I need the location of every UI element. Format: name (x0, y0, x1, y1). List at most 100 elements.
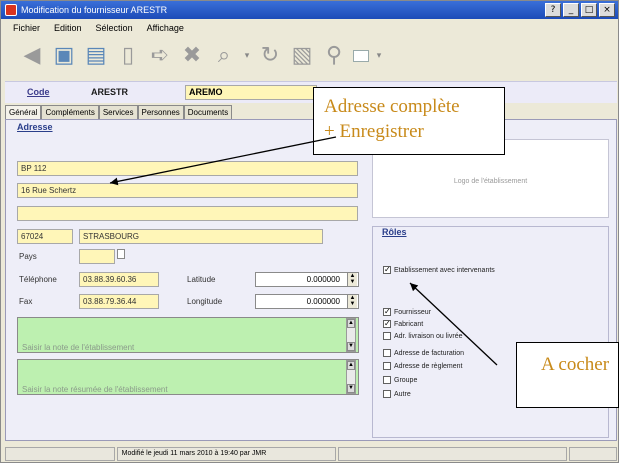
menu-bar: Fichier Edition Sélection Affichage (1, 20, 618, 36)
status-bar: Modifié le jeudi 11 mars 2010 à 19:40 pa… (5, 447, 617, 461)
code-bar: Code ARESTR AREMO (5, 81, 617, 103)
telephone-label: Téléphone (19, 275, 57, 284)
note-scrollbar[interactable]: ▲ ▼ (346, 318, 356, 352)
code-value: ARESTR (91, 87, 129, 97)
role-checkbox[interactable]: Adresse de facturation (383, 349, 464, 357)
role-label: Adr. livraison ou livrée (394, 332, 463, 340)
role-checkbox[interactable]: Groupe (383, 376, 417, 384)
print-icon[interactable]: ▤ (83, 43, 109, 69)
view-select-icon[interactable] (353, 50, 369, 62)
role-label: Autre (394, 390, 411, 398)
address-line2-field[interactable]: 16 Rue Schertz (17, 183, 358, 198)
search-dropdown-icon[interactable]: ▾ (243, 51, 251, 61)
role-checkbox[interactable]: ✓ Fabricant (383, 320, 423, 328)
checkbox-icon[interactable] (383, 390, 391, 398)
pays-label: Pays (19, 252, 37, 261)
title-bar: Modification du fournisseur ARESTR ? _ □… (1, 1, 618, 19)
role-label: Groupe (394, 376, 418, 384)
menu-edition[interactable]: Edition (54, 20, 82, 36)
postal-code-field[interactable]: 67024 (17, 229, 73, 244)
zoom-icon[interactable]: ⚲ (321, 43, 347, 69)
scroll-down-icon[interactable]: ▼ (347, 384, 355, 393)
checkbox-icon[interactable]: ✓ (383, 308, 391, 316)
country-field[interactable] (79, 249, 115, 264)
latitude-label: Latitude (187, 275, 216, 284)
note-field[interactable]: Saisir la note de l'établissement (17, 317, 359, 353)
adresse-title: Adresse (17, 122, 53, 132)
help-button[interactable]: ? (545, 3, 561, 17)
city-field[interactable]: STRASBOURG (79, 229, 323, 244)
latitude-spinner[interactable]: ▲ ▼ (347, 273, 357, 286)
checkbox-icon[interactable]: ✓ (383, 320, 391, 328)
minimize-button[interactable]: _ (563, 3, 579, 17)
scroll-down-icon[interactable]: ▼ (347, 342, 355, 351)
close-button[interactable]: × (599, 3, 615, 17)
callout-address-line2: + Enregistrer (324, 121, 424, 142)
role-checkbox[interactable]: ✓ Etablissement avec intervenants (383, 266, 495, 274)
name-field[interactable]: AREMO (185, 85, 317, 100)
role-checkbox[interactable]: Autre (383, 390, 411, 398)
checkbox-icon[interactable] (383, 332, 391, 340)
fax-field[interactable]: 03.88.79.36.44 (79, 294, 159, 309)
tab-complements[interactable]: Compléments (41, 105, 99, 119)
note-resumee-scrollbar[interactable]: ▲ ▼ (346, 360, 356, 394)
menu-fichier[interactable]: Fichier (13, 20, 40, 36)
status-cell-empty (569, 447, 617, 461)
code-label: Code (27, 87, 50, 97)
menu-selection[interactable]: Sélection (96, 20, 133, 36)
maximize-button[interactable]: □ (581, 3, 597, 17)
tab-services[interactable]: Services (98, 105, 138, 119)
toolbar: ◀ ▣ ▤ ▯ ➪ ✖ ⌕ ▾ ↻ ▧ ⚲ ▾ (1, 37, 618, 75)
role-label: Etablissement avec intervenants (394, 266, 495, 274)
note-resumee-field[interactable]: Saisir la note résumée de l'établissemen… (17, 359, 359, 395)
checkbox-icon[interactable] (383, 349, 391, 357)
fax-label: Fax (19, 297, 33, 306)
move-icon[interactable]: ➪ (147, 43, 173, 69)
role-label: Fabricant (394, 320, 424, 328)
status-text: Modifié le jeudi 11 mars 2010 à 19:40 pa… (116, 447, 336, 461)
tab-general[interactable]: Général (5, 105, 42, 119)
tab-documents[interactable]: Documents (183, 105, 233, 119)
edit-icon[interactable]: ▧ (289, 43, 315, 69)
app-icon (5, 4, 17, 16)
delete-icon[interactable]: ✖ (179, 43, 205, 69)
save-icon[interactable]: ▣ (51, 43, 77, 69)
longitude-field[interactable]: 0.000000 (255, 294, 359, 309)
callout-check: A cocher (516, 342, 619, 408)
roles-title: Rôles (382, 227, 407, 237)
note-resumee-placeholder: Saisir la note résumée de l'établissemen… (22, 385, 168, 394)
note-placeholder: Saisir la note de l'établissement (22, 343, 135, 352)
role-label: Adresse de règlement (394, 362, 463, 370)
scroll-up-icon[interactable]: ▲ (347, 319, 355, 328)
view-dropdown-icon[interactable]: ▾ (375, 51, 383, 61)
longitude-label: Longitude (187, 297, 223, 306)
checkbox-icon[interactable] (383, 362, 391, 370)
role-checkbox[interactable]: ✓ Fournisseur (383, 308, 431, 316)
back-icon[interactable]: ◀ (19, 43, 45, 69)
scroll-up-icon[interactable]: ▲ (347, 361, 355, 370)
menu-affichage[interactable]: Affichage (147, 20, 184, 36)
telephone-field[interactable]: 03.88.39.60.36 (79, 272, 159, 287)
callout-address: Adresse complète + Enregistrer (313, 87, 505, 155)
window-controls: ? _ □ × (545, 3, 615, 17)
tab-personnes[interactable]: Personnes (137, 105, 184, 119)
role-label: Adresse de facturation (394, 349, 465, 357)
checkbox-icon[interactable] (383, 376, 391, 384)
tab-strip: Général Compléments Services Personnes D… (5, 105, 233, 119)
role-checkbox[interactable]: Adr. livraison ou livrée (383, 332, 462, 340)
status-cell-empty (5, 447, 115, 461)
copy-icon[interactable]: ▯ (115, 43, 141, 69)
country-lookup-button[interactable] (117, 249, 125, 259)
role-checkbox[interactable]: Adresse de règlement (383, 362, 462, 370)
refresh-icon[interactable]: ↻ (257, 43, 283, 69)
longitude-spinner[interactable]: ▲ ▼ (347, 295, 357, 308)
callout-address-line1: Adresse complète (324, 96, 460, 117)
latitude-field[interactable]: 0.000000 (255, 272, 359, 287)
logo-placeholder: Logo de l'établissement (453, 178, 528, 185)
window-title: Modification du fournisseur ARESTR (21, 5, 168, 15)
address-line1-field[interactable]: BP 112 (17, 161, 358, 176)
search-icon[interactable]: ⌕ (211, 43, 237, 69)
address-line3-field[interactable] (17, 206, 358, 221)
checkbox-icon[interactable]: ✓ (383, 266, 391, 274)
status-cell-empty (337, 447, 568, 461)
